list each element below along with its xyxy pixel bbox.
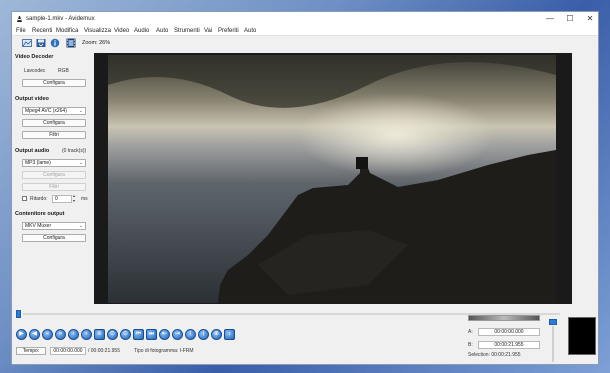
prev-keyframe-icon[interactable]: ‹ [68,329,79,340]
video-decoder-title: Video Decoder [15,54,54,60]
film-properties-icon[interactable] [66,38,76,48]
zoom-icon[interactable]: ⊕ [211,329,222,340]
waveform-icon[interactable]: ≋ [94,329,105,340]
zoom-level: Zoom: 26% [82,40,111,46]
chevron-down-icon: ⌄ [78,108,83,114]
video-codec-value: Mpeg4 AVC (x264) [25,108,67,114]
selection-a-field[interactable]: 00:00:00.000 [478,328,540,336]
audio-configure-button[interactable]: Configura [22,171,86,179]
window-title: sample-1.mkv - Avidemux [26,16,95,22]
menu-tools[interactable]: Strumenti [174,28,200,34]
video-configure-button[interactable]: Configura [22,119,86,127]
chevron-down-icon: ⌄ [78,223,83,229]
output-video-title: Output video [15,96,49,102]
chevron-down-icon: ⌄ [78,160,83,166]
rewind-icon[interactable]: ◀ [29,329,40,340]
audio-filters-button[interactable]: Filtri [22,183,86,191]
open-video-icon[interactable] [22,38,32,48]
step-forward-icon[interactable]: » [55,329,66,340]
menu-auto-2[interactable]: Auto [244,28,256,34]
menu-file[interactable]: File [16,28,26,34]
save-video-icon[interactable] [36,38,46,48]
audio-tracks-count: (0 track(s)) [62,148,87,154]
audio-codec-select[interactable]: MP3 (lame) ⌄ [22,159,86,167]
selection-b-label: B: [468,342,473,348]
sidebar: Video Decoder Lavcodec RGB Configura Out… [15,52,91,252]
step-back-icon[interactable]: « [42,329,53,340]
delay-stepper-down-icon[interactable]: ▾ [73,198,75,203]
next-cut-icon[interactable]: ⟩ [198,329,209,340]
total-time: / 00:00:21.955 [88,348,120,354]
audio-codec-value: MP3 (lame) [25,160,51,166]
video-filters-button[interactable]: Filtri [22,131,86,139]
time-button[interactable]: Tempo: [16,347,46,355]
delay-label: Ritardo: [30,196,48,202]
menu-video[interactable]: Video [114,28,129,34]
frame-type: Tipo di fotogramma: I-FRM [134,348,194,354]
menu-auto[interactable]: Auto [156,28,168,34]
app-window: sample-1.mkv - Avidemux — ☐ ✕ File Recen… [11,11,599,365]
container-format-value: MKV Muxer [25,223,52,229]
menu-recent[interactable]: Recenti [32,28,52,34]
lavcodec-label: Lavcodec [24,68,46,74]
rgb-label: RGB [58,68,69,74]
menu-view[interactable]: Visualizza [84,28,111,34]
next-black-icon[interactable]: ⏭ [146,329,157,340]
maximize-button[interactable]: ☐ [560,12,580,26]
output-container-title: Contenitore output [15,211,65,217]
volume-slider[interactable] [552,326,554,362]
mark-b-icon[interactable]: ⊙ [120,329,131,340]
container-format-select[interactable]: MKV Muxer ⌄ [22,222,86,230]
mark-a-icon[interactable]: ⊙ [107,329,118,340]
output-preview [568,317,596,355]
prev-black-icon[interactable]: ⏮ [133,329,144,340]
current-time-field[interactable]: 00:00:00.000 [50,347,86,355]
delay-checkbox[interactable] [22,196,27,201]
mute-icon[interactable]: ♪ [224,329,235,340]
output-audio-title: Output audio [15,148,50,154]
title-bar: sample-1.mkv - Avidemux — ☐ ✕ [12,12,598,26]
close-button[interactable]: ✕ [580,12,598,26]
menu-favorites[interactable]: Preferiti [218,28,239,34]
audio-level-meter [468,315,540,321]
next-keyframe-icon[interactable]: › [81,329,92,340]
decoder-configure-button[interactable]: Configura [22,79,86,87]
goto-end-icon[interactable]: ⇥ [172,329,183,340]
delay-unit: ms [81,196,88,202]
selection-b-field[interactable]: 00:00:21.955 [478,341,540,349]
container-configure-button[interactable]: Configura [22,234,86,242]
volume-slider-handle[interactable] [549,319,557,325]
play-icon[interactable]: ▶ [16,329,27,340]
seek-handle[interactable] [16,310,21,318]
delay-input[interactable]: 0 [52,195,72,203]
video-frame-image [108,55,556,303]
prev-cut-icon[interactable]: ⟨ [185,329,196,340]
menu-bar: File Recenti Modifica Visualizza Video A… [12,26,598,36]
menu-edit[interactable]: Modifica [56,28,78,34]
toolbar: Zoom: 26% [12,37,598,50]
selection-a-label: A: [468,329,473,335]
minimize-button[interactable]: — [540,12,560,26]
avidemux-logo-icon [17,16,22,22]
menu-go[interactable]: Vai [204,28,212,34]
video-codec-select[interactable]: Mpeg4 AVC (x264) ⌄ [22,107,86,115]
info-icon[interactable] [50,38,60,48]
menu-audio[interactable]: Audio [134,28,149,34]
goto-start-icon[interactable]: ⇤ [159,329,170,340]
selection-summary: Selection: 00:00:21.955 [468,352,521,358]
